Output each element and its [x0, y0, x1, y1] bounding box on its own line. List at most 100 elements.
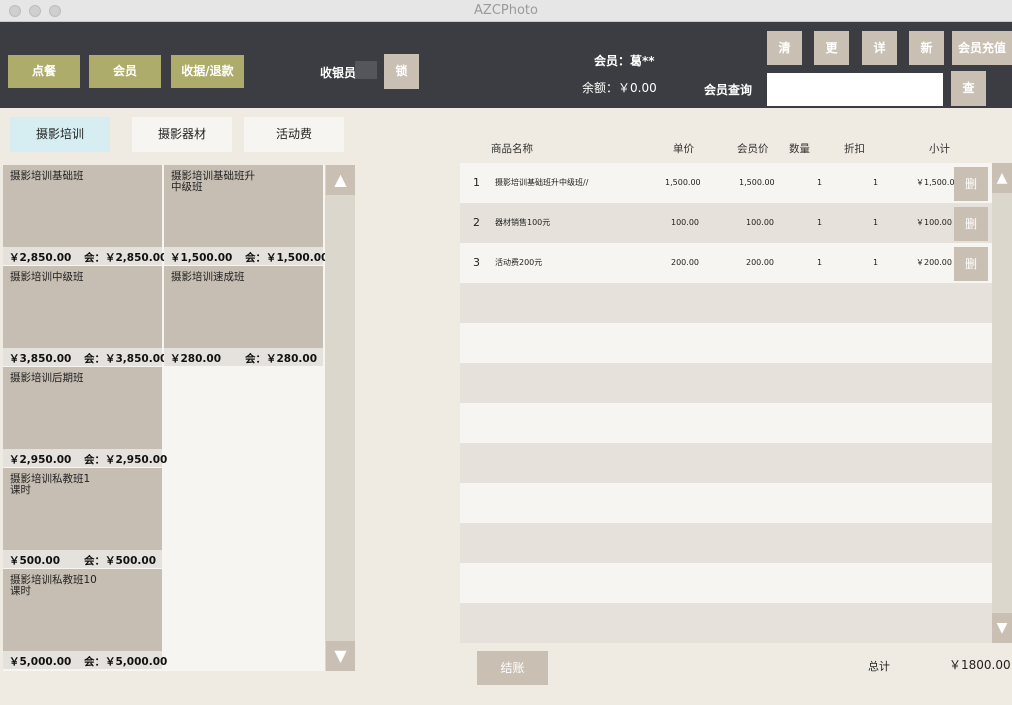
table-row[interactable]: 1 摄影培训基础班升中级班// 1,500.00 1,500.00 1 1 ￥1…: [460, 163, 992, 203]
row-number: 3: [473, 256, 480, 269]
product-member-price: 会：￥5,000.00: [84, 656, 168, 668]
row-quantity: 1: [817, 218, 823, 227]
tab-activity-fee[interactable]: 活动费: [244, 117, 344, 152]
cashier-name-masked: [355, 61, 377, 79]
product-member-price: 会：￥500.00: [84, 555, 157, 567]
table-row[interactable]: 3 活动费200元 200.00 200.00 1 1 ￥200.00 删: [460, 243, 992, 283]
member-button[interactable]: 会员: [89, 55, 161, 88]
tab-photography-equipment[interactable]: 摄影器材: [132, 117, 232, 152]
member-recharge-button[interactable]: 会员充值: [952, 31, 1012, 65]
row-unit-price: 1,500.00: [665, 178, 701, 187]
row-quantity: 1: [817, 258, 823, 267]
product-name: 摄影培训私教班1课时: [10, 473, 91, 496]
header-quantity: 数量: [789, 143, 810, 155]
row-member-price: 1,500.00: [739, 178, 775, 187]
product-member-price: 会：￥1,500.00: [245, 252, 329, 264]
row-subtotal: ￥100.00: [916, 218, 952, 227]
row-item-name: 器材销售100元: [495, 218, 551, 227]
product-tile[interactable]: 摄影培训基础班 ￥2,850.00 会：￥2,850.00: [3, 165, 167, 265]
header-unit-price: 单价: [673, 143, 694, 155]
lock-button[interactable]: 锁: [384, 54, 419, 89]
product-tile[interactable]: 摄影培训私教班10课时 ￥5,000.00 会：￥5,000.00: [3, 569, 167, 669]
member-name: 会员：葛**: [594, 54, 655, 68]
product-name: 摄影培训中级班: [10, 271, 84, 283]
product-price-strip: ￥500.00 会：￥500.00: [3, 550, 162, 568]
window-title: AZCPhoto: [474, 3, 538, 18]
row-member-price: 200.00: [746, 258, 774, 267]
header-discount: 折扣: [844, 143, 865, 155]
product-price-strip: ￥280.00 会：￥280.00: [164, 348, 323, 366]
member-query-input[interactable]: [767, 73, 943, 106]
change-button[interactable]: 更: [814, 31, 849, 65]
empty-row: [460, 483, 992, 523]
row-quantity: 1: [817, 178, 823, 187]
product-price-strip: ￥2,950.00 会：￥2,950.00: [3, 449, 167, 467]
product-price: ￥3,850.00: [9, 353, 72, 365]
member-balance: 余额：￥0.00: [582, 81, 657, 95]
row-number: 2: [473, 216, 480, 229]
row-discount: 1: [873, 178, 879, 187]
order-table-scrollbar[interactable]: [992, 163, 1012, 643]
member-query-label: 会员查询: [704, 83, 753, 97]
product-price: ￥500.00: [9, 555, 61, 567]
triangle-up-icon[interactable]: ▲: [326, 165, 355, 195]
product-member-price: 会：￥280.00: [245, 353, 318, 365]
empty-row: [460, 323, 992, 363]
row-number: 1: [473, 176, 480, 189]
delete-row-button[interactable]: 删: [954, 167, 988, 201]
header-item-name: 商品名称: [491, 143, 533, 155]
product-member-price: 会：￥3,850.00: [84, 353, 168, 365]
product-price: ￥1,500.00: [170, 252, 233, 264]
receipt-refund-button[interactable]: 收据/退款: [171, 55, 244, 88]
product-tile[interactable]: 摄影培训基础班升中级班 ￥1,500.00 会：￥1,500.00: [164, 165, 328, 265]
product-price-strip: ￥5,000.00 会：￥5,000.00: [3, 651, 167, 669]
product-price-strip: ￥2,850.00 会：￥2,850.00: [3, 247, 167, 265]
header-subtotal: 小计: [929, 143, 950, 155]
product-member-price: 会：￥2,950.00: [84, 454, 168, 466]
tab-photography-training[interactable]: 摄影培训: [10, 117, 110, 152]
product-price: ￥5,000.00: [9, 656, 72, 668]
product-tile[interactable]: 摄影培训速成班 ￥280.00 会：￥280.00: [164, 266, 323, 366]
product-name: 摄影培训后期班: [10, 372, 84, 384]
cashier-label: 收银员: [320, 66, 357, 80]
row-discount: 1: [873, 218, 879, 227]
product-name: 摄影培训基础班升中级班: [171, 170, 255, 193]
row-subtotal: ￥200.00: [916, 258, 952, 267]
product-tile[interactable]: 摄影培训中级班 ￥3,850.00 会：￥3,850.00: [3, 266, 167, 366]
product-name: 摄影培训速成班: [171, 271, 245, 283]
row-item-name: 活动费200元: [495, 258, 543, 267]
product-name: 摄影培训私教班10课时: [10, 574, 97, 597]
product-grid-scrollbar[interactable]: [325, 165, 355, 671]
empty-row: [460, 443, 992, 483]
new-button[interactable]: 新: [909, 31, 944, 65]
product-price-strip: ￥3,850.00 会：￥3,850.00: [3, 348, 167, 366]
delete-row-button[interactable]: 删: [954, 207, 988, 241]
member-query-button[interactable]: 查: [951, 71, 986, 106]
row-member-price: 100.00: [746, 218, 774, 227]
row-unit-price: 100.00: [671, 218, 699, 227]
product-name: 摄影培训基础班: [10, 170, 84, 182]
triangle-down-icon[interactable]: ▼: [992, 613, 1012, 643]
product-tile[interactable]: 摄影培训后期班 ￥2,950.00 会：￥2,950.00: [3, 367, 167, 467]
empty-row: [460, 403, 992, 443]
empty-row: [460, 523, 992, 563]
triangle-down-icon[interactable]: ▼: [326, 641, 355, 671]
triangle-up-icon[interactable]: ▲: [992, 163, 1012, 193]
checkout-button[interactable]: 结账: [477, 651, 548, 685]
product-price-strip: ￥1,500.00 会：￥1,500.00: [164, 247, 328, 265]
empty-row: [460, 603, 992, 643]
product-price: ￥2,950.00: [9, 454, 72, 466]
row-unit-price: 200.00: [671, 258, 699, 267]
empty-row: [460, 363, 992, 403]
product-tile[interactable]: 摄影培训私教班1课时 ￥500.00 会：￥500.00: [3, 468, 162, 568]
empty-row: [460, 283, 992, 323]
delete-row-button[interactable]: 删: [954, 247, 988, 281]
order-button[interactable]: 点餐: [8, 55, 80, 88]
table-row[interactable]: 2 器材销售100元 100.00 100.00 1 1 ￥100.00 删: [460, 203, 992, 243]
row-item-name: 摄影培训基础班升中级班//: [495, 178, 589, 187]
detail-button[interactable]: 详: [862, 31, 897, 65]
clear-button[interactable]: 清: [767, 31, 802, 65]
row-discount: 1: [873, 258, 879, 267]
empty-row: [460, 563, 992, 603]
total-label: 总计: [868, 660, 890, 673]
